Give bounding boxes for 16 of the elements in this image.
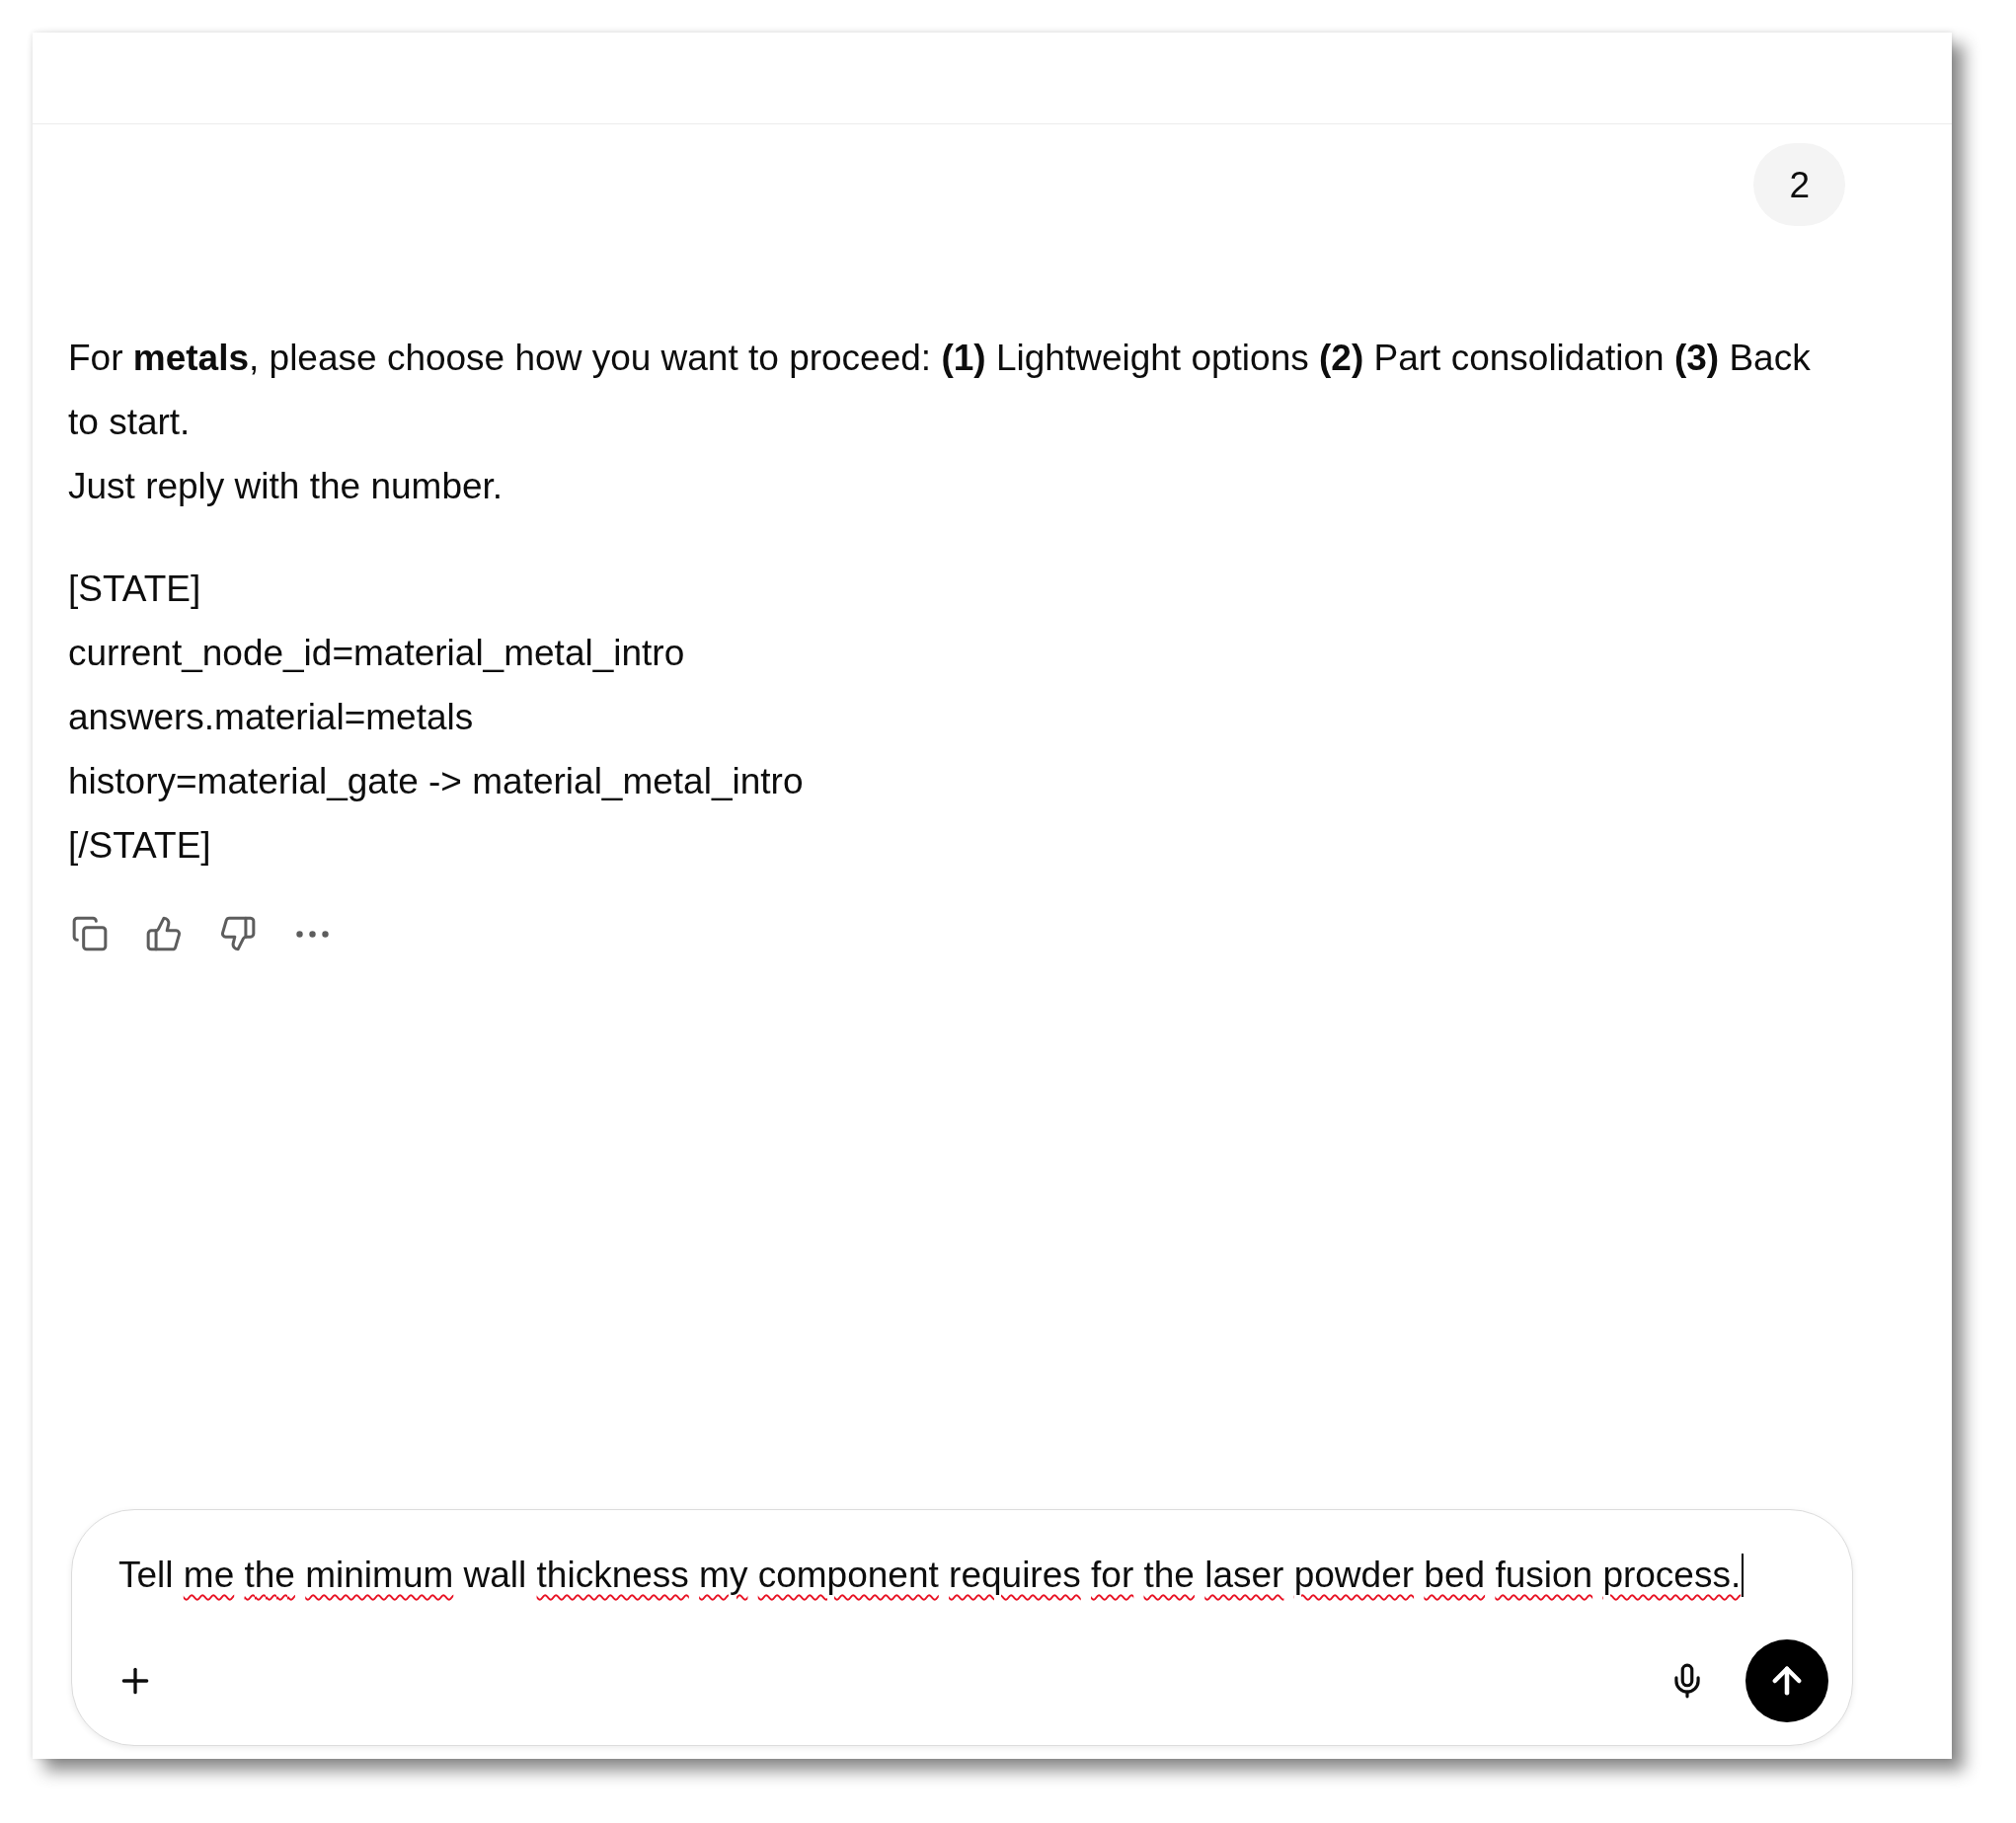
state-line: answers.material=metals [68, 696, 475, 739]
message-input[interactable]: Tell me the minimum wall thickness my component requires for the laser powder bed fusion process. [118, 1543, 1828, 1607]
thumbs-down-icon [219, 915, 257, 952]
ellipsis-icon [295, 930, 329, 938]
state-line: [STATE] [68, 568, 202, 611]
thumbs-down-button[interactable] [219, 915, 257, 952]
state-line: current_node_id=material_metal_intro [68, 632, 686, 675]
state-line: [/STATE] [68, 824, 212, 868]
thumbs-up-button[interactable] [145, 915, 183, 952]
thumbs-up-icon [145, 915, 183, 952]
message-text: Just reply with the number. [68, 465, 504, 508]
state-line: history=material_gate -> material_metal_intro [68, 760, 805, 803]
copy-button[interactable] [71, 915, 109, 952]
copy-icon [71, 915, 109, 952]
user-message-bubble: 2 [1753, 143, 1845, 226]
message-text: For metals, please choose how you want to proceed: (1) Lightweight options (2) Part consolidation (3) Back to start. [68, 337, 1812, 444]
